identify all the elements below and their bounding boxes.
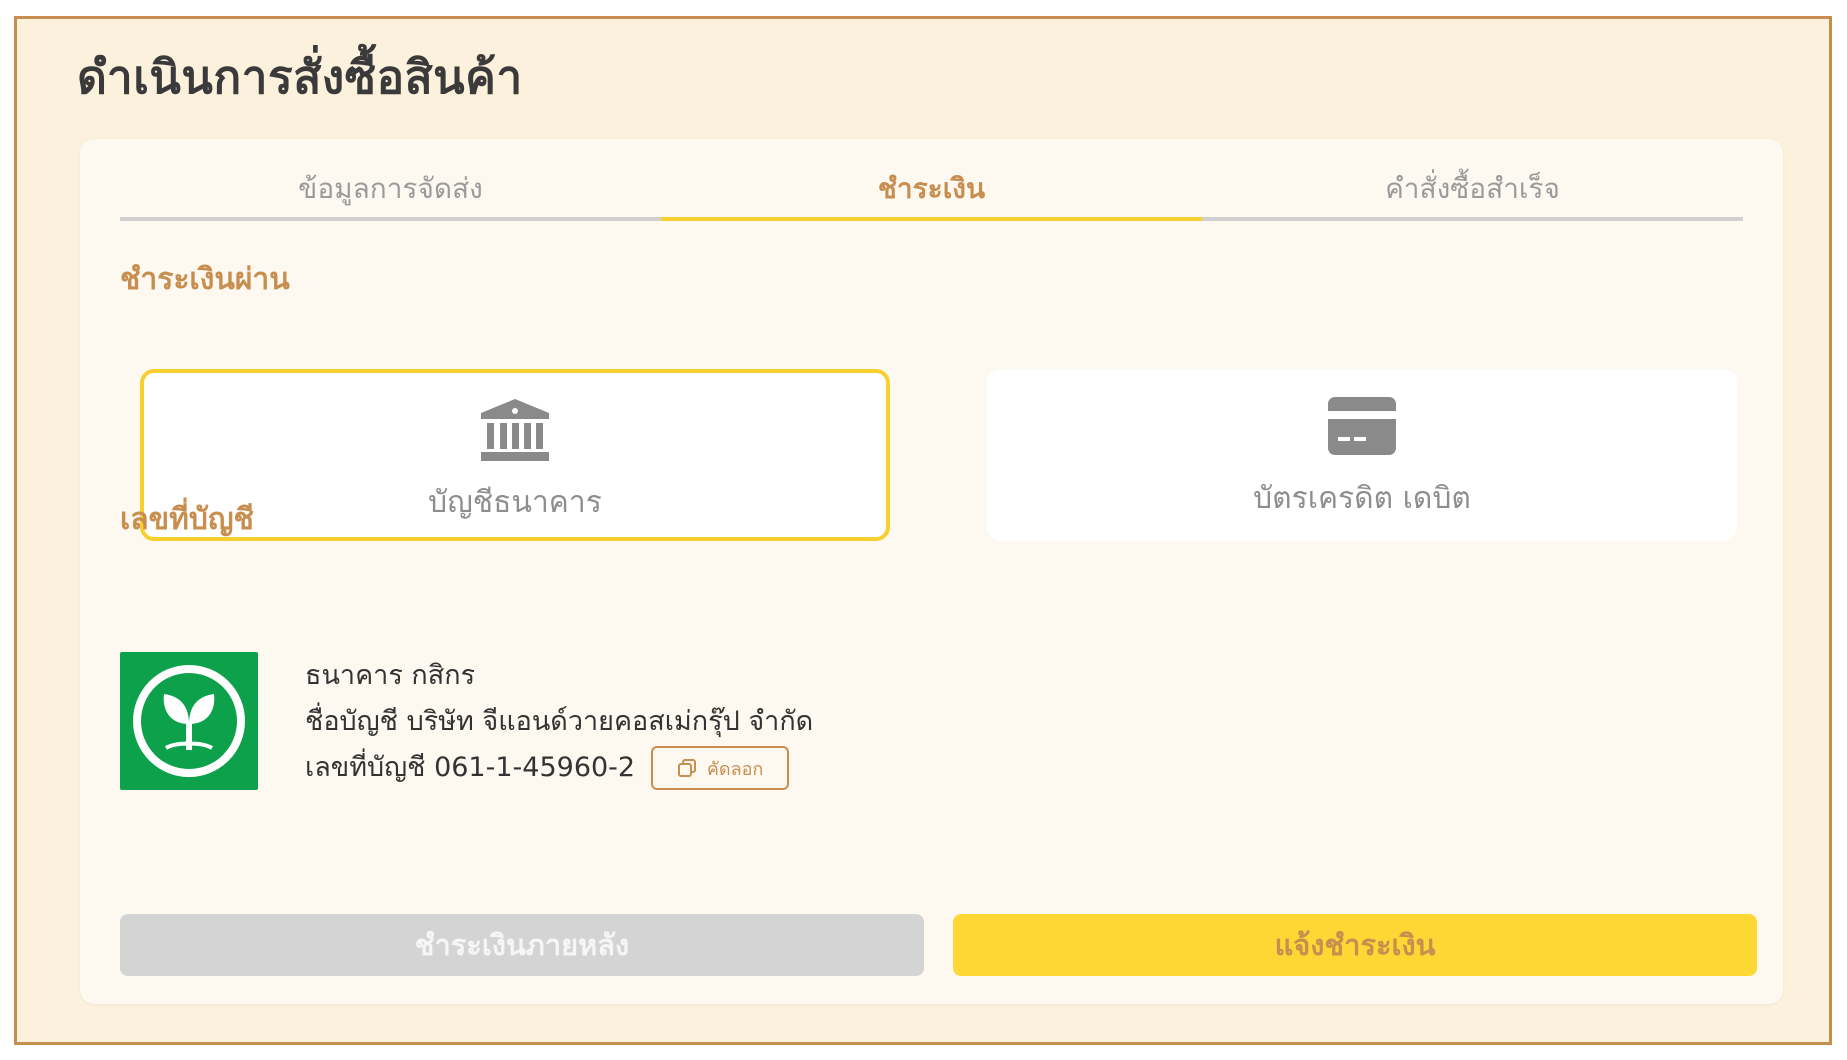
account-number-row: เลขที่บัญชี 061-1-45960-2 คัดลอก (305, 745, 813, 791)
copy-icon (677, 759, 696, 777)
page-title: ดำเนินการสั่งซื้อสินค้า (77, 50, 523, 104)
tab-shipping[interactable]: ข้อมูลการจัดส่ง (120, 169, 661, 221)
notify-payment-button[interactable]: แจ้งชำระเงิน (953, 914, 1757, 976)
account-name: ชื่อบัญชี บริษัท จีแอนด์วายคอสเม่กรุ๊ป จ… (305, 706, 814, 737)
account-number: เลขที่บัญชี 061-1-45960-2 (305, 752, 636, 783)
credit-card-label: บัตรเครดิต เดบิต (1253, 481, 1471, 516)
checkout-card: ข้อมูลการจัดส่ง ชำระเงิน คำสั่งซื้อสำเร็… (80, 139, 1783, 1004)
credit-card-icon (1328, 397, 1396, 455)
payment-method-credit-debit-card[interactable]: บัตรเครดิต เดบิต (987, 369, 1737, 541)
tab-order-complete[interactable]: คำสั่งซื้อสำเร็จ (1202, 169, 1743, 221)
copy-button[interactable]: คัดลอก (651, 746, 790, 790)
bank-account-label: บัญชีธนาคาร (428, 485, 602, 520)
bank-icon (481, 399, 549, 461)
pay-later-button[interactable]: ชำระเงินภายหลัง (120, 914, 924, 976)
bank-name: ธนาคาร กสิกร (305, 660, 476, 691)
kasikorn-bank-logo (120, 652, 258, 790)
bank-account-details: ธนาคาร กสิกร ชื่อบัญชี บริษัท จีแอนด์วาย… (305, 653, 813, 791)
copy-label: คัดลอก (706, 758, 764, 779)
account-number-label: เลขที่บัญชี (120, 502, 254, 537)
checkout-steps: ข้อมูลการจัดส่ง ชำระเงิน คำสั่งซื้อสำเร็… (120, 169, 1743, 221)
kbank-leaf-icon (133, 665, 245, 777)
payment-via-label: ชำระเงินผ่าน (120, 262, 290, 297)
tab-payment[interactable]: ชำระเงิน (661, 169, 1202, 221)
page-frame: ดำเนินการสั่งซื้อสินค้า ข้อมูลการจัดส่ง … (14, 16, 1832, 1045)
